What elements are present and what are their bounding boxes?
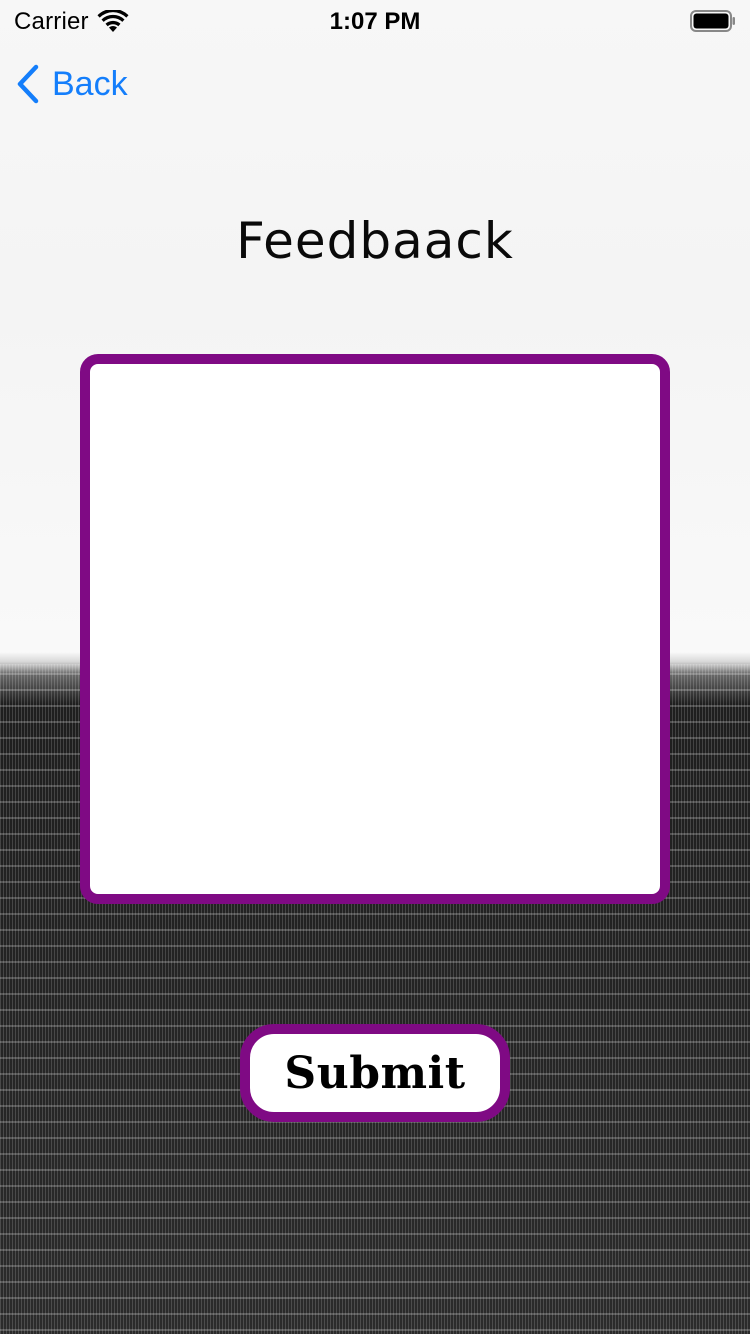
chevron-left-icon (17, 64, 39, 104)
status-bar: Carrier 1:07 PM (0, 0, 750, 40)
battery-icon (690, 10, 735, 32)
back-label: Back (52, 64, 128, 103)
submit-button[interactable]: Submit (240, 1024, 510, 1122)
status-time: 1:07 PM (329, 8, 421, 35)
page-title: Feedbaack (236, 212, 514, 270)
submit-label: Submit (284, 1047, 466, 1099)
feedback-field-frame (80, 354, 670, 904)
feedback-screen: Carrier 1:07 PM Back Feedbaack Submit (0, 0, 750, 1334)
feedback-input[interactable] (90, 364, 660, 894)
back-button[interactable]: Back (16, 62, 128, 106)
